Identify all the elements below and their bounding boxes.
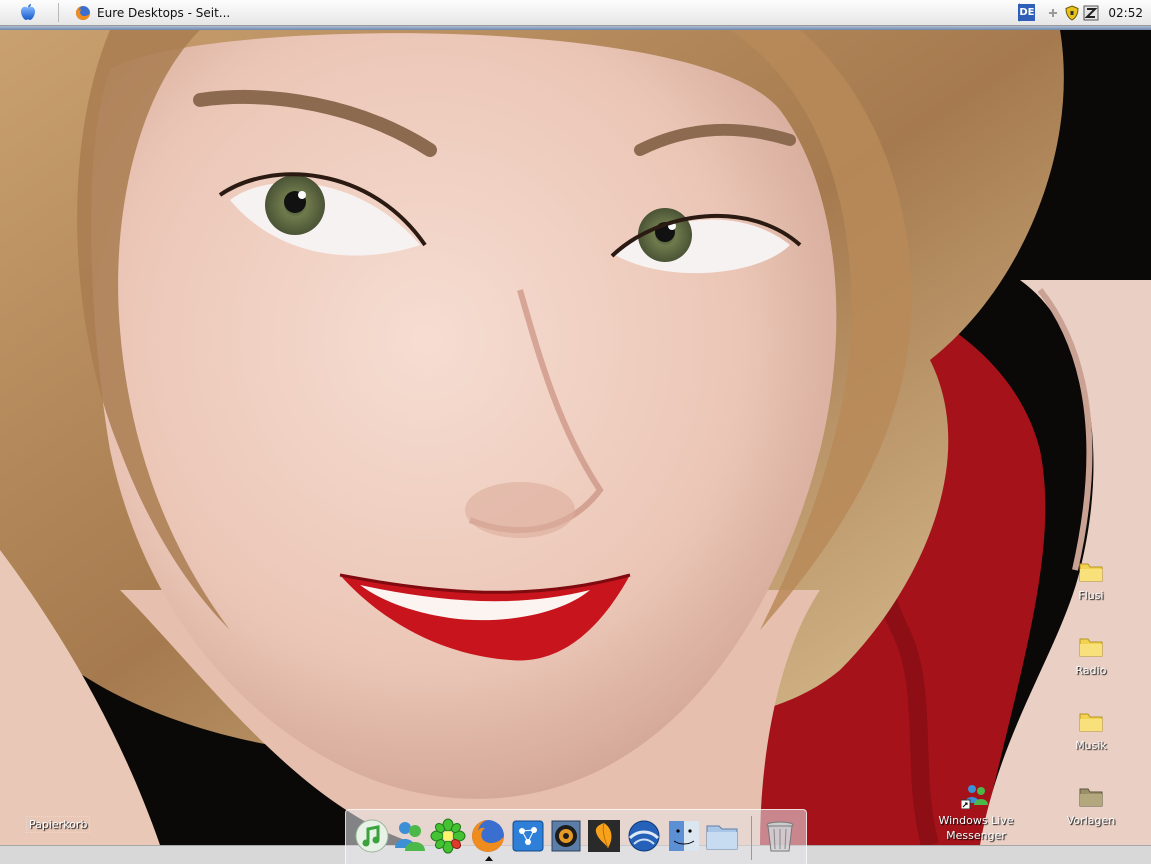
trash-icon[interactable]: [762, 818, 798, 854]
desktop-icon-label: Windows Live Messenger: [938, 814, 1014, 842]
desktop-icon-windows-live-messenger[interactable]: Windows Live Messenger: [936, 783, 1016, 843]
finder-icon[interactable]: [666, 818, 702, 854]
desktop-icon-label: Vorlagen: [1066, 814, 1116, 827]
folder-icon: [1079, 563, 1103, 582]
desktop-icon-label: Musik: [1075, 739, 1107, 752]
desktop-icon-papierkorb[interactable]: Papierkorb: [26, 816, 91, 833]
fl-studio-icon[interactable]: [586, 818, 622, 854]
menubar: Eure Desktops - Seit... DE 02:52: [0, 0, 1151, 26]
firefox-icon[interactable]: [470, 818, 506, 854]
dock: [345, 809, 807, 864]
dock-separator: [751, 816, 752, 860]
zonealarm-icon[interactable]: [1083, 5, 1099, 21]
desktop-wallpaper: [0, 30, 1151, 845]
desktop-icon-label: Flusi: [1078, 589, 1104, 602]
icq-icon[interactable]: [430, 818, 466, 854]
folder-icon[interactable]: [704, 818, 740, 854]
messenger-icon[interactable]: [392, 818, 428, 854]
wallpaper-portrait-image: [0, 30, 1151, 845]
media-player-icon[interactable]: [548, 818, 584, 854]
menubar-separator: [58, 3, 59, 22]
desktop-icon-radio[interactable]: Radio: [1051, 633, 1131, 678]
folder-icon: [1079, 713, 1103, 732]
shield-icon[interactable]: [1064, 4, 1080, 21]
google-earth-icon[interactable]: [626, 818, 662, 854]
apple-menu-icon[interactable]: [18, 2, 38, 22]
desktop-icon-flusi[interactable]: Flusi: [1051, 558, 1131, 603]
dock-running-indicator: [485, 856, 493, 861]
network-icon[interactable]: [510, 818, 546, 854]
desktop-icon-label: Radio: [1075, 664, 1107, 677]
desktop-icon-musik[interactable]: Musik: [1051, 708, 1131, 753]
folder-icon: [1079, 638, 1103, 657]
plus-icon[interactable]: [1045, 5, 1061, 21]
language-indicator[interactable]: DE: [1018, 4, 1036, 21]
firefox-icon: [76, 5, 90, 20]
system-tray: DE 02:52: [1018, 0, 1151, 25]
desktop-icon-vorlagen[interactable]: Vorlagen: [1051, 783, 1131, 828]
taskbar-button-label: Eure Desktops - Seit...: [97, 5, 231, 20]
folder-icon-gray: [1079, 788, 1103, 807]
itunes-icon[interactable]: [354, 818, 390, 854]
messenger-shortcut-icon: [961, 785, 988, 809]
taskbar-button-firefox[interactable]: Eure Desktops - Seit...: [75, 0, 230, 25]
clock[interactable]: 02:52: [1108, 6, 1143, 20]
